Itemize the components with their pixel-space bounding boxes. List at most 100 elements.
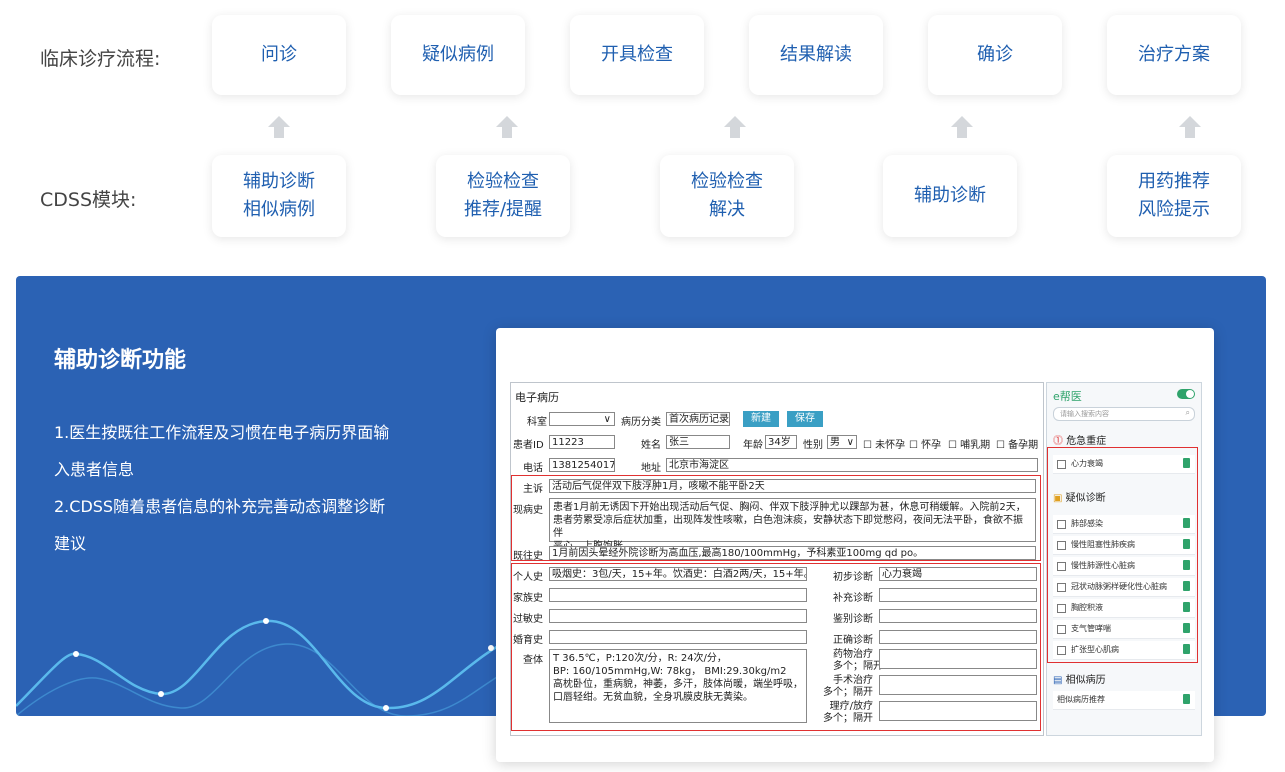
suspect-item[interactable]: 冠状动脉粥样硬化性心脏病 — [1053, 578, 1195, 597]
feature-line: 建议 — [54, 534, 87, 553]
up-arrow-icon — [950, 114, 974, 140]
case-icon: ▤ — [1053, 675, 1063, 686]
exam-label: 查体 — [523, 655, 543, 666]
final-diagnosis-input[interactable] — [879, 630, 1037, 644]
age-input[interactable]: 34岁 — [765, 435, 797, 449]
dept-select[interactable]: ∨ — [549, 412, 615, 426]
suspect-item[interactable]: 支气管哮喘 — [1053, 620, 1195, 639]
suspect-item[interactable]: 慢性肺源性心脏病 — [1053, 557, 1195, 576]
suspect-item[interactable]: 胸腔积液 — [1053, 599, 1195, 618]
drug-treatment-input[interactable] — [879, 649, 1037, 669]
past-history-input[interactable]: 1月前因头晕经外院诊断为高血压,最高180/100mmHg，予科素亚100mg … — [549, 546, 1036, 560]
hpi-textarea[interactable]: 患者1月前无诱因下开始出现活动后气促、胸闷、伴双下肢浮肿尤以踝部为甚，休息可稍缓… — [549, 498, 1036, 552]
up-arrow-icon — [1178, 114, 1202, 140]
physio-input[interactable] — [879, 701, 1037, 721]
preg-option[interactable]: ☐ 备孕期 — [996, 436, 1038, 451]
feature-title: 辅助诊断功能 — [54, 348, 187, 373]
save-button[interactable]: 保存 — [787, 411, 823, 427]
flow-step-label: 确诊 — [977, 44, 1013, 65]
sex-value: 男 — [830, 437, 840, 448]
feature-description: 1.医生按既往工作流程及习惯在电子病历界面输 入患者信息 2.CDSS随着患者信… — [54, 414, 434, 562]
phone-input[interactable]: 13812540178 — [549, 458, 615, 472]
document-icon — [1183, 581, 1190, 591]
record-type-select[interactable]: 首次病历记录 — [666, 412, 730, 426]
drug-treatment-label: 药物治疗 多个；隔开 — [833, 649, 883, 672]
final-diagnosis-label: 正确诊断 — [833, 635, 873, 646]
suspect-item[interactable]: 慢性阻塞性肺疾病 — [1053, 536, 1195, 555]
flow-step-diagnosis[interactable]: 确诊 — [928, 15, 1062, 95]
flow-label: 临床诊疗流程: — [40, 48, 161, 70]
patient-id-input[interactable]: 11223 — [549, 435, 615, 449]
family-history-label: 家族史 — [513, 593, 543, 604]
name-label: 姓名 — [641, 440, 661, 451]
critical-item[interactable]: 心力衰竭 — [1053, 455, 1195, 474]
module-line: 解决 — [709, 199, 745, 220]
flow-step-treatment-plan[interactable]: 治疗方案 — [1107, 15, 1241, 95]
alert-icon: ⓵ — [1053, 436, 1063, 447]
search-icon: ⌕ — [1185, 408, 1190, 417]
exam-line: 口唇轻绀。无贫血貌，全身巩膜皮肤无黄染。 — [553, 692, 753, 703]
chief-complaint-input[interactable]: 活动后气促伴双下肢浮肿1月，咳嗽不能平卧2天 — [549, 479, 1036, 493]
family-history-input[interactable] — [549, 588, 807, 602]
cdss-module-exam-recommend[interactable]: 检验检查 推荐/提醒 — [436, 155, 570, 237]
preg-option[interactable]: ☐ 怀孕 — [909, 436, 941, 451]
new-button[interactable]: 新建 — [743, 411, 779, 427]
preg-option[interactable]: ☐ 未怀孕 — [863, 436, 905, 451]
age-label: 年龄 — [743, 440, 763, 451]
flow-step-inquiry[interactable]: 问诊 — [212, 15, 346, 95]
emr-form: 电子病历 科室 ∨ 病历分类 首次病历记录 新建 保存 患者ID 11223 姓… — [510, 382, 1044, 736]
suspect-item[interactable]: 扩张型心肌病 — [1053, 641, 1195, 660]
marriage-history-label: 婚育史 — [513, 635, 543, 646]
allergy-history-input[interactable] — [549, 609, 807, 623]
sidebar-search-input[interactable]: 请输入搜索内容 ⌕ — [1053, 407, 1195, 421]
cdss-module-assist-diagnosis-similar[interactable]: 辅助诊断 相似病例 — [212, 155, 346, 237]
flow-step-label: 疑似病例 — [422, 44, 494, 65]
address-input[interactable]: 北京市海淀区 — [666, 458, 1038, 472]
exam-line: 高枕卧位，重病貌，神萎，多汗，肢体尚暖，端坐呼吸， — [553, 679, 803, 690]
up-arrow-icon — [267, 114, 291, 140]
toggle-switch[interactable] — [1177, 389, 1195, 399]
cdss-sidebar: e帮医 请输入搜索内容 ⌕ ⓵ 危急重症 心力衰竭 ▣ 疑似诊断 肺部感染 慢性… — [1046, 382, 1202, 736]
document-icon — [1183, 602, 1190, 612]
exam-textarea[interactable]: T 36.5℃，P:120次/分，R: 24次/分， BP: 160/105mm… — [549, 649, 807, 723]
marriage-history-input[interactable] — [549, 630, 807, 644]
document-icon — [1183, 560, 1190, 570]
flow-step-label: 开具检查 — [601, 44, 673, 65]
preg-option[interactable]: ☐ 哺乳期 — [948, 436, 990, 451]
flow-step-order-exam[interactable]: 开具检查 — [570, 15, 704, 95]
supplement-diagnosis-input[interactable] — [879, 588, 1037, 602]
hpi-label: 现病史 — [513, 505, 543, 516]
type-label: 病历分类 — [621, 417, 661, 428]
name-input[interactable]: 张三 — [666, 435, 730, 449]
flow-step-suspected-case[interactable]: 疑似病例 — [391, 15, 525, 95]
chevron-down-icon: ∨ — [603, 414, 611, 425]
initial-diagnosis-input[interactable]: 心力衰竭 — [879, 567, 1037, 581]
feature-line: 1.医生按既往工作流程及习惯在电子病历界面输 — [54, 423, 390, 442]
dept-label: 科室 — [527, 417, 547, 428]
feature-line: 入患者信息 — [54, 460, 135, 479]
personal-history-input[interactable]: 吸烟史：3包/天，15+年。饮酒史：白酒2两/天，15+年。 — [549, 567, 807, 581]
warning-icon: ▣ — [1053, 493, 1063, 504]
document-icon — [1183, 518, 1190, 528]
cdss-module-exam-interpret[interactable]: 检验检查 解决 — [660, 155, 794, 237]
surgery-input[interactable] — [879, 675, 1037, 695]
module-line: 检验检查 — [466, 171, 539, 192]
sex-select[interactable]: 男 ∨ — [827, 435, 857, 449]
allergy-history-label: 过敏史 — [513, 614, 543, 625]
exam-line: BP: 160/105mmHg,W: 78kg， BMI:29.30kg/m2 — [553, 666, 787, 677]
patient-id-label: 患者ID — [513, 440, 544, 451]
cdss-module-assist-diagnosis[interactable]: 辅助诊断 — [883, 155, 1017, 237]
suspect-item[interactable]: 肺部感染 — [1053, 515, 1195, 534]
personal-history-label: 个人史 — [513, 572, 543, 583]
module-line: 检验检查 — [691, 171, 763, 192]
document-icon — [1183, 623, 1190, 633]
similar-item[interactable]: 相似病历推荐 — [1053, 691, 1195, 710]
similar-section-title: ▤ 相似病历 — [1053, 675, 1106, 686]
flow-step-label: 治疗方案 — [1138, 44, 1210, 65]
differential-diagnosis-input[interactable] — [879, 609, 1037, 623]
flow-step-result-interpretation[interactable]: 结果解读 — [749, 15, 883, 95]
supplement-diagnosis-label: 补充诊断 — [833, 593, 873, 604]
initial-diagnosis-label: 初步诊断 — [833, 572, 873, 583]
cdss-module-medication[interactable]: 用药推荐 风险提示 — [1107, 155, 1241, 237]
sidebar-logo: e帮医 — [1053, 390, 1082, 403]
